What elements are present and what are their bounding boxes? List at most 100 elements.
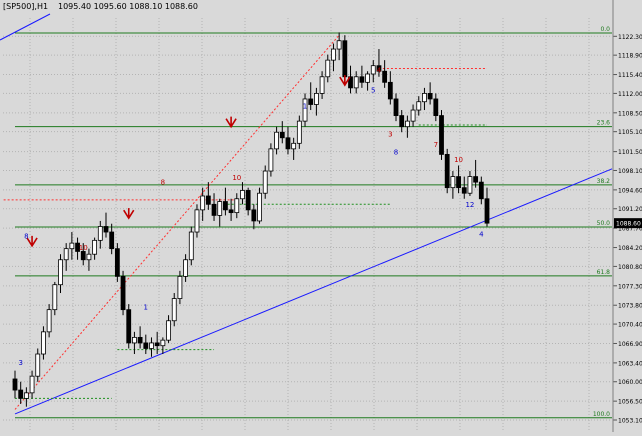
y-axis-tick-label: 1060.00	[618, 379, 642, 386]
candle-body	[478, 181, 484, 200]
candle-body	[35, 353, 41, 377]
candle-body	[171, 298, 177, 322]
candle-body	[86, 253, 92, 261]
candle-body	[251, 209, 257, 222]
y-axis-tick-label: 1101.50	[618, 149, 642, 156]
candle-body	[279, 131, 285, 139]
y-axis-tick-label: 1098.10	[618, 168, 642, 175]
wave-label: 1	[303, 102, 307, 110]
candle-body	[205, 195, 211, 205]
candle-body	[177, 275, 183, 299]
candle-body	[183, 259, 189, 277]
candle-body	[285, 137, 291, 150]
candle-body	[439, 115, 444, 155]
candle-body	[387, 81, 393, 100]
candle-body	[126, 309, 132, 344]
candle-body	[382, 70, 388, 83]
candle-body	[228, 209, 234, 214]
candle-body	[245, 190, 251, 211]
wave-label: 8	[394, 148, 398, 156]
candle-body	[223, 201, 228, 211]
candle-body	[69, 242, 75, 250]
candle-body	[393, 98, 399, 116]
candle-body	[114, 248, 120, 277]
fib-level-label: 0.0	[600, 26, 610, 33]
candle-body	[194, 209, 200, 233]
candle-body	[132, 336, 137, 344]
candle-body	[416, 101, 422, 111]
candle-body	[160, 339, 166, 347]
fib-level-label: 100.0	[593, 411, 610, 418]
candle-body	[137, 336, 143, 344]
candle-body	[109, 231, 115, 250]
candle-body	[257, 192, 262, 222]
wave-label: 10	[454, 156, 463, 164]
candle-body	[308, 98, 314, 105]
candle-body	[433, 98, 439, 116]
y-axis: 1122.30 1118.90 1115.40 1112.00 1108.50 1105.…	[613, 34, 642, 425]
wave-label: 8	[24, 233, 28, 241]
y-axis-tick-label: 1091.20	[618, 206, 642, 213]
candle-body	[484, 198, 490, 224]
chart-header-ohlc: 1095.40 1095.60 1088.10 1088.60	[58, 2, 198, 11]
candle	[126, 304, 132, 349]
candle-body	[240, 190, 245, 200]
chart-window: 0.0 23.6 38.2 50.0 61.8 100.0 4 7 10 12 4 3 8 5 1 8 1 10…	[0, 0, 642, 432]
candle-body	[188, 231, 194, 261]
y-axis-tick-label: 1070.40	[618, 322, 642, 329]
candle-body	[268, 148, 274, 172]
candle	[114, 243, 120, 282]
wave-label: 10	[232, 174, 241, 182]
y-axis-tick-label: 1108.50	[618, 110, 642, 117]
candle	[439, 110, 444, 160]
y-axis-tick-label: 1112.00	[618, 91, 642, 98]
candle-body	[291, 142, 297, 150]
wave-label: 10	[79, 244, 88, 252]
candle-body	[427, 93, 433, 100]
candle-body	[166, 320, 171, 341]
candle-body	[319, 76, 325, 94]
y-axis-tick-label: 1053.10	[618, 418, 642, 425]
wave-label: 5	[371, 86, 375, 94]
candle-body	[365, 73, 370, 83]
candle-body	[274, 131, 279, 150]
y-axis-tick-label: 1094.60	[618, 187, 642, 194]
candle	[120, 270, 126, 316]
candle-body	[399, 115, 405, 128]
candle-body	[211, 203, 217, 216]
y-axis-tick-label: 1105.10	[618, 129, 642, 136]
wave-label: 3	[388, 131, 392, 139]
y-axis-tick-label: 1063.40	[618, 360, 642, 367]
candle-body	[12, 378, 18, 391]
candle-body	[120, 275, 126, 311]
y-axis-tick-label: 1080.80	[618, 264, 642, 271]
candle-body	[467, 176, 473, 194]
last-price-label: 1088.60	[616, 221, 641, 228]
candle-body	[149, 342, 154, 349]
candle-body	[23, 392, 29, 399]
candle-body	[296, 120, 302, 144]
wave-label: 8	[161, 178, 165, 186]
y-axis-tick-label: 1084.20	[618, 245, 642, 252]
candle-body	[63, 248, 69, 261]
candle-body	[234, 198, 240, 214]
candle-body	[456, 176, 461, 189]
candle-body	[331, 48, 336, 61]
candle-body	[200, 195, 206, 211]
candle-body	[370, 65, 376, 75]
candle-body	[46, 309, 52, 333]
candle-body	[336, 40, 342, 50]
candle-body	[92, 239, 98, 255]
candle-body	[18, 389, 24, 399]
candle-body	[325, 59, 331, 78]
y-axis-tick-label: 1056.50	[618, 399, 642, 406]
wave-label: 1	[144, 304, 148, 312]
candle-body	[461, 187, 467, 194]
candle-body	[359, 76, 365, 83]
candle-body	[217, 201, 223, 216]
candle	[444, 148, 450, 194]
candle-body	[52, 284, 58, 311]
y-axis-tick-label: 1077.30	[618, 283, 642, 290]
wave-label: 4	[479, 230, 484, 238]
y-axis-tick-label: 1066.90	[618, 341, 642, 348]
